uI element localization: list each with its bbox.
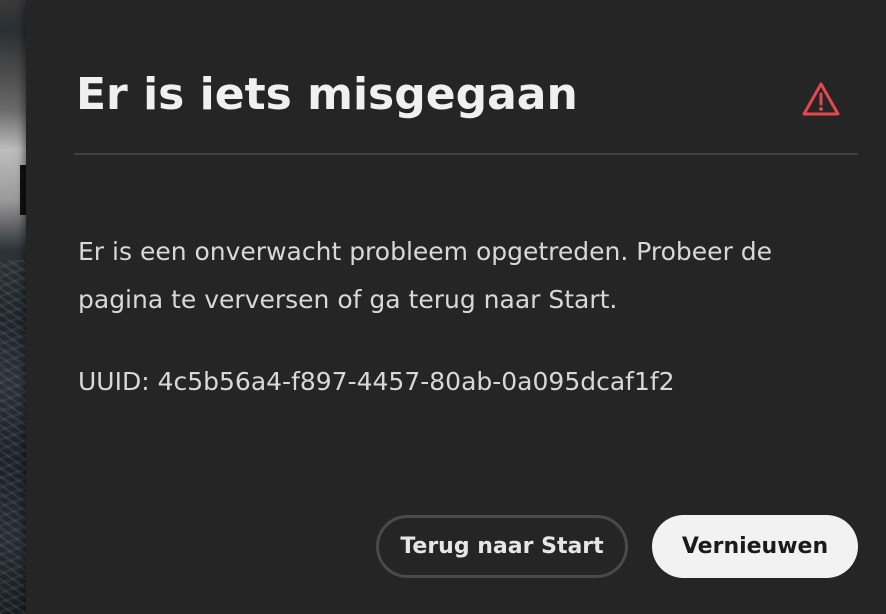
error-message: Er is een onverwacht probleem opgetreden… [78,237,773,314]
background-content [0,0,26,614]
error-dialog: Er is iets misgegaan Er is een onverwach… [26,0,886,614]
dialog-divider [74,153,858,155]
back-to-start-button[interactable]: Terug naar Start [376,515,628,578]
error-uuid: UUID: 4c5b56a4-f897-4457-80ab-0a095dcaf1… [78,367,675,396]
background-image [0,260,26,614]
dialog-title: Er is iets misgegaan [76,69,578,120]
alert-triangle-icon [802,82,840,116]
refresh-button[interactable]: Vernieuwen [652,515,858,578]
